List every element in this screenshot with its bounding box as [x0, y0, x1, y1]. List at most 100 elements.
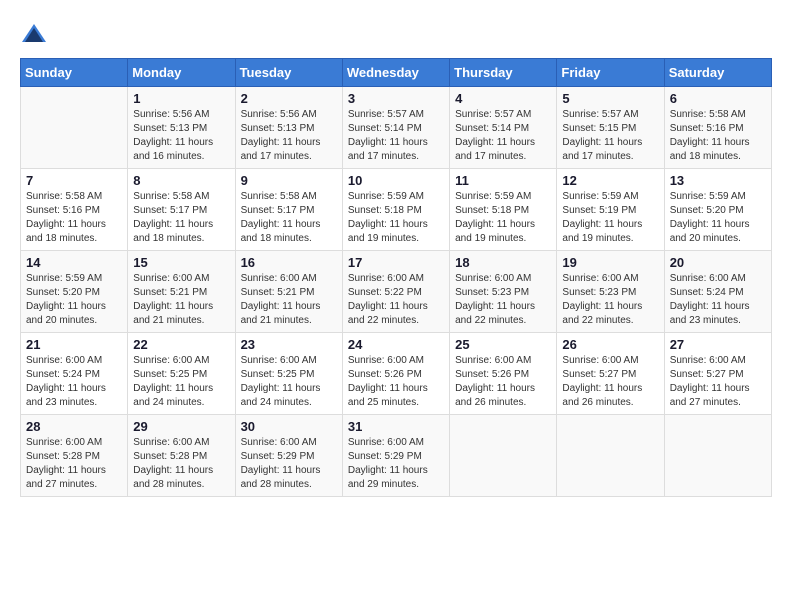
day-info: Sunrise: 6:00 AMSunset: 5:27 PMDaylight:…: [670, 354, 766, 410]
day-info: Sunrise: 5:59 AMSunset: 5:20 PMDaylight:…: [670, 190, 766, 246]
calendar-table: SundayMondayTuesdayWednesdayThursdayFrid…: [20, 58, 772, 497]
calendar-week-row: 14 Sunrise: 5:59 AMSunset: 5:20 PMDayligh…: [21, 251, 772, 333]
day-info: Sunrise: 5:59 AMSunset: 5:19 PMDaylight:…: [562, 190, 658, 246]
day-info: Sunrise: 5:59 AMSunset: 5:18 PMDaylight:…: [455, 190, 551, 246]
calendar-cell: 9 Sunrise: 5:58 AMSunset: 5:17 PMDaylight…: [235, 169, 342, 251]
day-number: 28: [26, 419, 122, 434]
calendar-cell: 3 Sunrise: 5:57 AMSunset: 5:14 PMDaylight…: [342, 87, 449, 169]
calendar-week-row: 7Sunrise: 5:58 AMSunset: 5:16 PMDaylight…: [21, 169, 772, 251]
day-number: 4: [455, 91, 551, 106]
day-number: 20: [670, 255, 766, 270]
day-info: Sunrise: 6:00 AMSunset: 5:26 PMDaylight:…: [455, 354, 551, 410]
day-number: 8: [133, 173, 229, 188]
day-number: 18: [455, 255, 551, 270]
day-number: 27: [670, 337, 766, 352]
calendar-cell: 1 Sunrise: 5:56 AMSunset: 5:13 PMDaylight…: [128, 87, 235, 169]
day-number: 14: [26, 255, 122, 270]
calendar-cell: 21 Sunrise: 6:00 AMSunset: 5:24 PMDayligh…: [21, 333, 128, 415]
calendar-cell: 30 Sunrise: 6:00 AMSunset: 5:29 PMDayligh…: [235, 415, 342, 497]
day-info: Sunrise: 5:56 AMSunset: 5:13 PMDaylight:…: [133, 108, 229, 164]
day-info: Sunrise: 5:57 AMSunset: 5:14 PMDaylight:…: [455, 108, 551, 164]
day-number: 22: [133, 337, 229, 352]
calendar-cell: [664, 415, 771, 497]
calendar-week-row: 28 Sunrise: 6:00 AMSunset: 5:28 PMDayligh…: [21, 415, 772, 497]
weekday-header: Sunday: [21, 59, 128, 87]
day-info: Sunrise: 5:57 AMSunset: 5:14 PMDaylight:…: [348, 108, 444, 164]
day-number: 12: [562, 173, 658, 188]
calendar-header-row: SundayMondayTuesdayWednesdayThursdayFrid…: [21, 59, 772, 87]
day-number: 6: [670, 91, 766, 106]
calendar-cell: 20 Sunrise: 6:00 AMSunset: 5:24 PMDayligh…: [664, 251, 771, 333]
day-info: Sunrise: 6:00 AMSunset: 5:29 PMDaylight:…: [348, 436, 444, 492]
calendar-cell: 12 Sunrise: 5:59 AMSunset: 5:19 PMDayligh…: [557, 169, 664, 251]
weekday-header: Tuesday: [235, 59, 342, 87]
day-info: Sunrise: 6:00 AMSunset: 5:29 PMDaylight:…: [241, 436, 337, 492]
calendar-cell: 4 Sunrise: 5:57 AMSunset: 5:14 PMDaylight…: [450, 87, 557, 169]
day-number: 13: [670, 173, 766, 188]
day-info: Sunrise: 5:58 AMSunset: 5:16 PMDaylight:…: [670, 108, 766, 164]
calendar-cell: 7Sunrise: 5:58 AMSunset: 5:16 PMDaylight…: [21, 169, 128, 251]
day-info: Sunrise: 5:59 AMSunset: 5:20 PMDaylight:…: [26, 272, 122, 328]
day-number: 5: [562, 91, 658, 106]
weekday-header: Monday: [128, 59, 235, 87]
day-info: Sunrise: 5:59 AMSunset: 5:18 PMDaylight:…: [348, 190, 444, 246]
calendar-cell: 18 Sunrise: 6:00 AMSunset: 5:23 PMDayligh…: [450, 251, 557, 333]
calendar-cell: 27 Sunrise: 6:00 AMSunset: 5:27 PMDayligh…: [664, 333, 771, 415]
day-info: Sunrise: 6:00 AMSunset: 5:23 PMDaylight:…: [455, 272, 551, 328]
weekday-header: Friday: [557, 59, 664, 87]
calendar-cell: 29 Sunrise: 6:00 AMSunset: 5:28 PMDayligh…: [128, 415, 235, 497]
calendar-cell: 10Sunrise: 5:59 AMSunset: 5:18 PMDayligh…: [342, 169, 449, 251]
day-info: Sunrise: 6:00 AMSunset: 5:25 PMDaylight:…: [133, 354, 229, 410]
logo-icon: [20, 20, 48, 48]
day-number: 30: [241, 419, 337, 434]
day-info: Sunrise: 5:58 AMSunset: 5:17 PMDaylight:…: [133, 190, 229, 246]
day-info: Sunrise: 6:00 AMSunset: 5:21 PMDaylight:…: [241, 272, 337, 328]
calendar-cell: 8 Sunrise: 5:58 AMSunset: 5:17 PMDaylight…: [128, 169, 235, 251]
weekday-header: Thursday: [450, 59, 557, 87]
day-number: 31: [348, 419, 444, 434]
day-info: Sunrise: 6:00 AMSunset: 5:22 PMDaylight:…: [348, 272, 444, 328]
calendar-cell: 5 Sunrise: 5:57 AMSunset: 5:15 PMDaylight…: [557, 87, 664, 169]
page-header: [20, 20, 772, 48]
calendar-cell: 13 Sunrise: 5:59 AMSunset: 5:20 PMDayligh…: [664, 169, 771, 251]
day-number: 15: [133, 255, 229, 270]
calendar-cell: 26Sunrise: 6:00 AMSunset: 5:27 PMDayligh…: [557, 333, 664, 415]
day-info: Sunrise: 6:00 AMSunset: 5:26 PMDaylight:…: [348, 354, 444, 410]
day-info: Sunrise: 6:00 AMSunset: 5:24 PMDaylight:…: [670, 272, 766, 328]
day-number: 25: [455, 337, 551, 352]
logo: [20, 20, 50, 48]
day-number: 21: [26, 337, 122, 352]
calendar-cell: 23Sunrise: 6:00 AMSunset: 5:25 PMDayligh…: [235, 333, 342, 415]
day-number: 1: [133, 91, 229, 106]
day-number: 2: [241, 91, 337, 106]
calendar-cell: 24 Sunrise: 6:00 AMSunset: 5:26 PMDayligh…: [342, 333, 449, 415]
day-number: 9: [241, 173, 337, 188]
calendar-cell: 14 Sunrise: 5:59 AMSunset: 5:20 PMDayligh…: [21, 251, 128, 333]
day-number: 7: [26, 173, 122, 188]
day-info: Sunrise: 6:00 AMSunset: 5:28 PMDaylight:…: [133, 436, 229, 492]
day-info: Sunrise: 6:00 AMSunset: 5:24 PMDaylight:…: [26, 354, 122, 410]
day-info: Sunrise: 5:57 AMSunset: 5:15 PMDaylight:…: [562, 108, 658, 164]
day-number: 3: [348, 91, 444, 106]
day-number: 26: [562, 337, 658, 352]
day-info: Sunrise: 6:00 AMSunset: 5:28 PMDaylight:…: [26, 436, 122, 492]
day-info: Sunrise: 6:00 AMSunset: 5:23 PMDaylight:…: [562, 272, 658, 328]
calendar-week-row: 1 Sunrise: 5:56 AMSunset: 5:13 PMDaylight…: [21, 87, 772, 169]
calendar-week-row: 21 Sunrise: 6:00 AMSunset: 5:24 PMDayligh…: [21, 333, 772, 415]
calendar-cell: 22 Sunrise: 6:00 AMSunset: 5:25 PMDayligh…: [128, 333, 235, 415]
day-number: 29: [133, 419, 229, 434]
calendar-cell: 6 Sunrise: 5:58 AMSunset: 5:16 PMDaylight…: [664, 87, 771, 169]
day-number: 24: [348, 337, 444, 352]
weekday-header: Saturday: [664, 59, 771, 87]
calendar-cell: 17Sunrise: 6:00 AMSunset: 5:22 PMDayligh…: [342, 251, 449, 333]
calendar-cell: [557, 415, 664, 497]
day-info: Sunrise: 6:00 AMSunset: 5:21 PMDaylight:…: [133, 272, 229, 328]
day-number: 23: [241, 337, 337, 352]
calendar-cell: 2Sunrise: 5:56 AMSunset: 5:13 PMDaylight…: [235, 87, 342, 169]
calendar-cell: 25 Sunrise: 6:00 AMSunset: 5:26 PMDayligh…: [450, 333, 557, 415]
weekday-header: Wednesday: [342, 59, 449, 87]
day-info: Sunrise: 5:58 AMSunset: 5:17 PMDaylight:…: [241, 190, 337, 246]
day-number: 16: [241, 255, 337, 270]
calendar-cell: [450, 415, 557, 497]
day-number: 11: [455, 173, 551, 188]
